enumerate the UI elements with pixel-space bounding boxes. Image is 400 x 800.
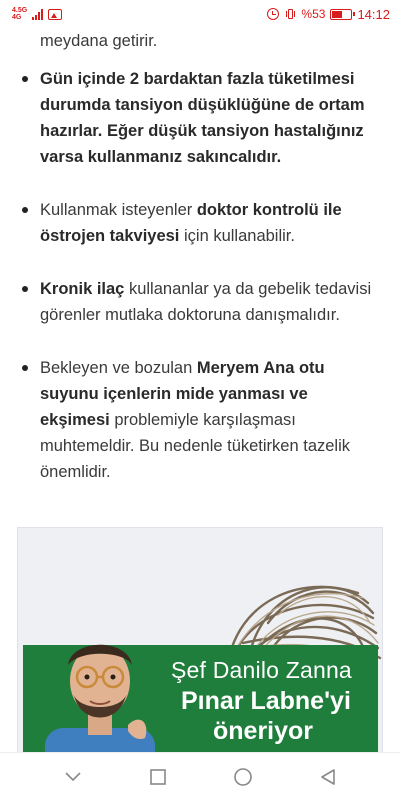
- battery-icon: [330, 8, 356, 20]
- list-item-doktor-kontrolu: Kullanmak isteyenler doktor kontrolü ile…: [0, 197, 380, 249]
- vibrate-icon: [284, 8, 296, 20]
- chef-photo: [45, 644, 155, 766]
- recents-button[interactable]: [136, 755, 180, 799]
- triangle-back-icon: [320, 768, 335, 785]
- text-segment: için kullanabilir.: [179, 227, 295, 245]
- clock: 14:12: [357, 6, 390, 22]
- circle-home-icon: [233, 767, 252, 786]
- network-type-indicator: 4.5G 4G: [12, 7, 27, 21]
- text-segment: Bekleyen ve bozulan: [40, 359, 197, 377]
- battery-fill: [332, 10, 342, 18]
- square-icon: [149, 768, 166, 785]
- home-button[interactable]: [221, 755, 265, 799]
- network-label-bottom: 4G: [12, 14, 22, 21]
- image-notification-icon: [48, 8, 63, 20]
- network-label-top: 4.5G: [12, 7, 28, 14]
- bullet-list: Kusmayı tetiklediği için vücutta su kayb…: [0, 2, 400, 485]
- ad-headline-chef: Şef Danilo Zanna: [171, 657, 352, 683]
- navigation-bar: [0, 752, 400, 800]
- bold-text-segment: Gün içinde 2 bardaktan fazla tüketilmesi…: [40, 70, 365, 166]
- ad-headline-product: Pınar Labne'yi: [181, 687, 351, 715]
- ad-headline-recommend: öneriyor: [213, 717, 314, 745]
- list-item-meryem-ana: Bekleyen ve bozulan Meryem Ana otu suyun…: [0, 355, 380, 485]
- text-segment: Kullanmak isteyenler: [40, 201, 197, 219]
- advertisement[interactable]: Şef Danilo Zanna Pınar Labne'yi öneriyor: [17, 527, 383, 767]
- article-content: Kusmayı tetiklediği için vücutta su kayb…: [0, 0, 400, 485]
- alarm-icon: [267, 8, 280, 20]
- battery-percent: %53: [301, 7, 326, 21]
- list-item-kronik-ilac: Kronik ilaç kullananlar ya da gebelik te…: [0, 276, 380, 328]
- hide-nav-button[interactable]: [51, 755, 95, 799]
- status-bar: 4.5G 4G %53 14:12: [0, 0, 400, 28]
- back-chevron-icon: [64, 771, 81, 781]
- bold-text-segment: Kronik ilaç: [40, 280, 125, 298]
- list-item-tansiyon: Gün içinde 2 bardaktan fazla tüketilmesi…: [0, 66, 380, 170]
- back-button[interactable]: [306, 755, 350, 799]
- signal-icon: [32, 8, 44, 20]
